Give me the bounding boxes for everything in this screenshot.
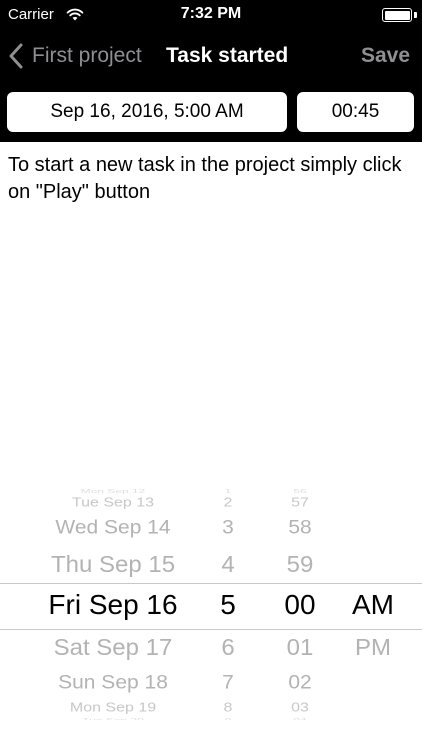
picker-minute-option[interactable]: 57 bbox=[210, 496, 390, 511]
page-title: Task started bbox=[166, 44, 289, 67]
bottom-area bbox=[0, 720, 422, 750]
back-button-label: First project bbox=[32, 44, 142, 67]
battery-icon bbox=[382, 8, 412, 22]
picker-ampm-option[interactable]: PM bbox=[283, 634, 422, 661]
date-time-picker[interactable]: Mon Sep 12 Tue Sep 13 Wed Sep 14 Thu Sep 15… bbox=[0, 480, 422, 720]
navigation-bar: First project Task started Save bbox=[0, 30, 422, 82]
picker-minute-option[interactable]: 03 bbox=[210, 701, 390, 716]
status-bar: Carrier 7:32 PM bbox=[0, 0, 422, 30]
clock: 7:32 PM bbox=[180, 5, 242, 22]
back-button[interactable]: First project bbox=[8, 42, 142, 70]
picker-minute-option[interactable]: 59 bbox=[210, 551, 390, 578]
selection-line-top bbox=[0, 583, 422, 584]
picker-minute-option[interactable]: 56 bbox=[210, 488, 390, 494]
picker-minute-option[interactable]: 02 bbox=[210, 672, 390, 694]
hint-text: To start a new task in the project simpl… bbox=[8, 154, 402, 203]
start-date-field[interactable]: Sep 16, 2016, 5:00 AM bbox=[7, 92, 287, 132]
task-fields-bar: Sep 16, 2016, 5:00 AM 00:45 bbox=[0, 82, 422, 142]
save-button[interactable]: Save bbox=[361, 44, 410, 68]
picker-ampm-option-selected[interactable]: AM bbox=[283, 589, 422, 621]
selection-line-bottom bbox=[0, 629, 422, 630]
picker-minute-option[interactable]: 58 bbox=[210, 517, 390, 539]
chevron-left-icon bbox=[9, 43, 23, 69]
battery-tip bbox=[414, 12, 417, 18]
duration-field[interactable]: 00:45 bbox=[297, 92, 414, 132]
